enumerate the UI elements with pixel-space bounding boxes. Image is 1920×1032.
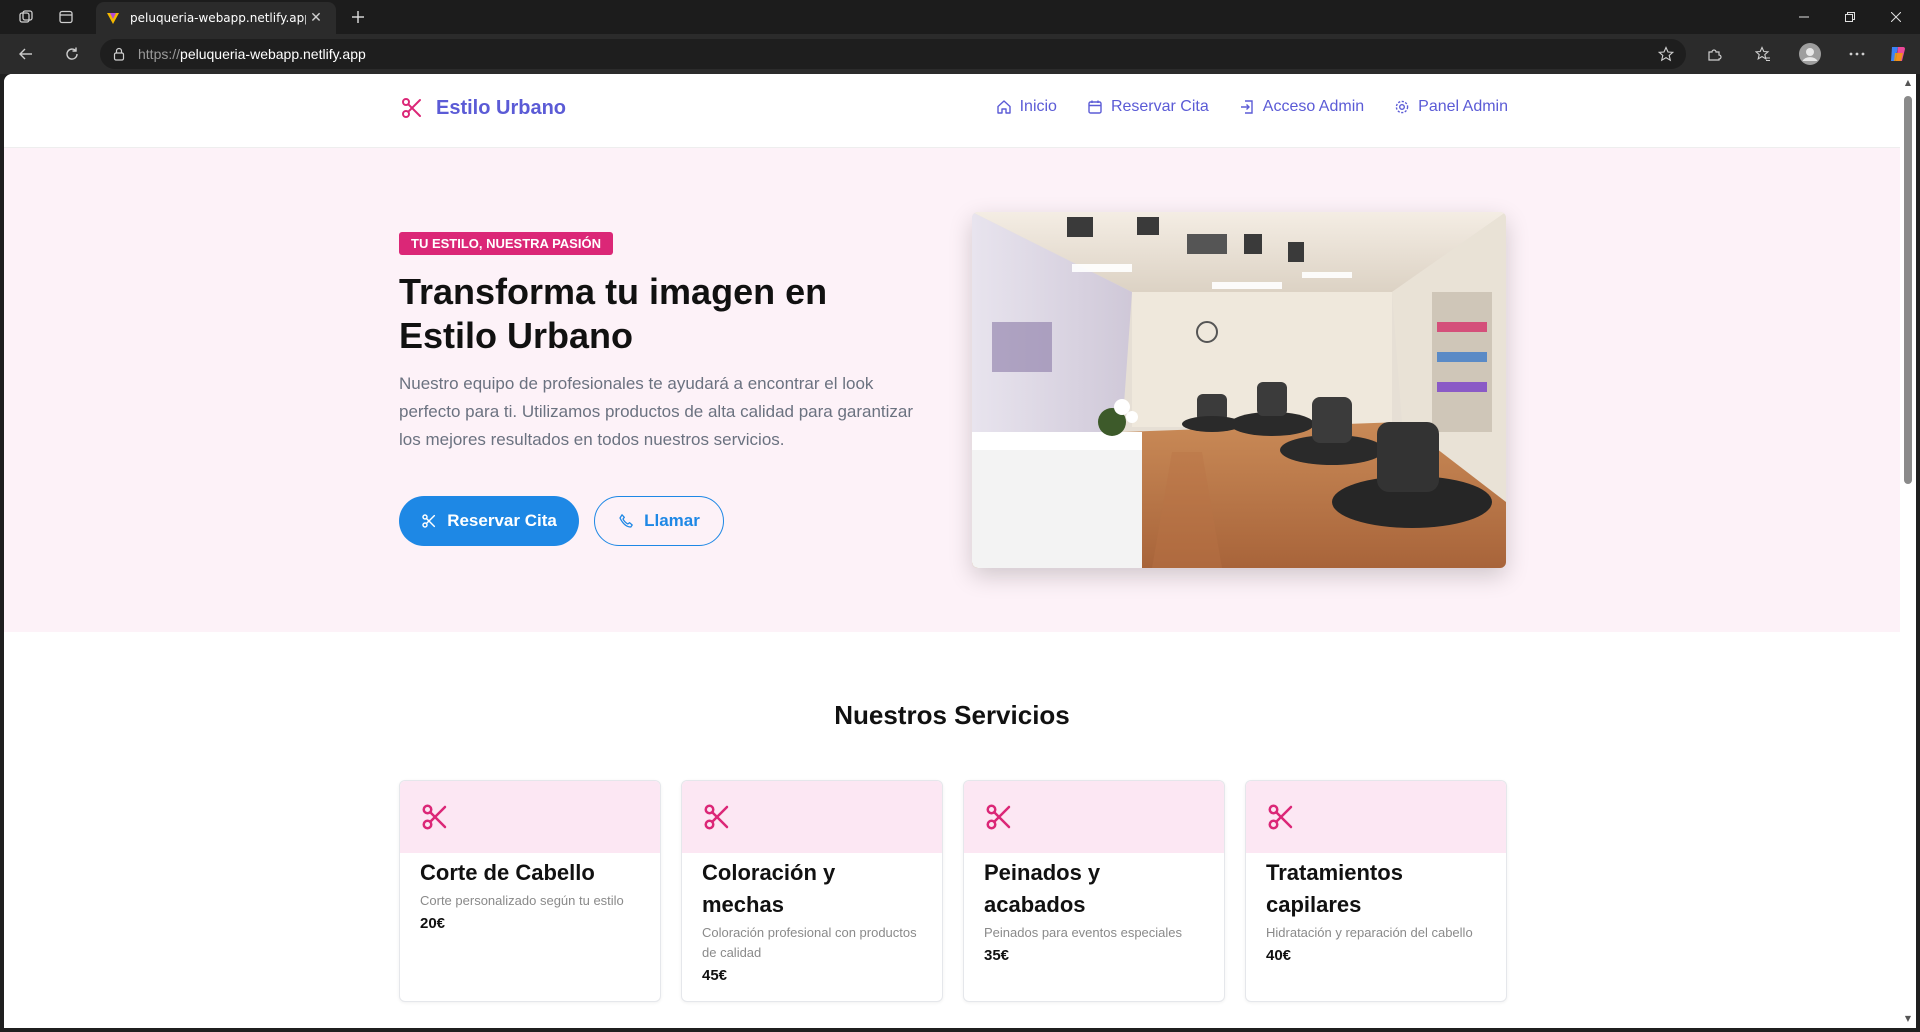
page-scrollbar[interactable]: ▲ ▼: [1900, 74, 1916, 1028]
page-viewport: Estilo Urbano Inicio Reservar Cita Acces…: [4, 74, 1900, 1028]
restore-icon[interactable]: [1827, 2, 1873, 32]
extensions-icon[interactable]: [1700, 40, 1728, 68]
scissors-icon: [704, 804, 729, 830]
reservar-cita-button[interactable]: Reservar Cita: [399, 496, 579, 546]
nav-link-inicio[interactable]: Inicio: [996, 98, 1057, 116]
settings-icon: [1395, 100, 1409, 114]
llamar-button[interactable]: Llamar: [594, 496, 724, 546]
service-card-tratamientos[interactable]: Tratamientos capilares Hidratación y rep…: [1245, 780, 1507, 1002]
nav-link-acceso-admin[interactable]: Acceso Admin: [1239, 98, 1364, 116]
nav-link-panel-admin[interactable]: Panel Admin: [1394, 98, 1508, 116]
service-name: Corte de Cabello: [420, 860, 595, 885]
favorites-icon[interactable]: [1749, 40, 1777, 68]
url-scheme: https://: [138, 46, 181, 62]
service-card-corte[interactable]: Corte de Cabello Corte personalizado seg…: [399, 780, 661, 1002]
service-card-body: Coloración y mechas Coloración profesion…: [682, 853, 942, 984]
service-name: Coloración y mechas: [702, 860, 836, 917]
service-description: Hidratación y reparación del cabello: [1266, 925, 1473, 940]
url-text[interactable]: https://peluqueria-webapp.netlify.app: [138, 46, 366, 62]
scissors-icon: [1268, 804, 1293, 830]
more-options-icon[interactable]: [1843, 40, 1871, 68]
service-price: 45€: [702, 967, 728, 984]
nav-link-label: Acceso Admin: [1262, 98, 1365, 115]
nav-link-label: Panel Admin: [1418, 98, 1508, 115]
browser-toolbar: https://peluqueria-webapp.netlify.app: [0, 34, 1920, 74]
scissors-icon: [986, 804, 1011, 830]
tab-title: peluqueria-webapp.netlify.app: [130, 11, 306, 25]
scroll-up-icon[interactable]: ▲: [1903, 78, 1913, 88]
service-description: Corte personalizado según tu estilo: [420, 893, 624, 908]
tab-close-icon[interactable]: ✕: [306, 8, 326, 28]
copilot-icon[interactable]: [1884, 40, 1912, 68]
scissors-icon: [402, 98, 421, 118]
url-host: peluqueria-webapp.netlify.app: [180, 46, 366, 62]
service-description: Coloración profesional con productos de …: [702, 925, 917, 960]
nav-link-reservar-cita[interactable]: Reservar Cita: [1087, 98, 1209, 116]
hero-section: [4, 148, 1900, 632]
service-name: Peinados y acabados: [984, 860, 1101, 917]
login-icon: [1240, 100, 1253, 114]
nav-links: Inicio Reservar Cita Acceso Admin Panel …: [996, 98, 1508, 116]
salon-interior-image: [972, 212, 1506, 568]
services-title: Nuestros Servicios: [834, 700, 1070, 730]
brand-logo[interactable]: Estilo Urbano: [400, 96, 566, 120]
brand-name: Estilo Urbano: [436, 96, 567, 119]
service-name: Tratamientos capilares: [1266, 860, 1403, 917]
new-tab-icon[interactable]: [344, 3, 372, 31]
browser-tab-active[interactable]: peluqueria-webapp.netlify.app ✕: [96, 2, 336, 34]
reload-icon[interactable]: [58, 40, 86, 68]
service-card-header: [1246, 781, 1506, 853]
reservar-cita-label: Reservar Cita: [447, 511, 557, 530]
llamar-label: Llamar: [644, 511, 700, 530]
browser-tabstrip: peluqueria-webapp.netlify.app ✕: [0, 0, 1920, 34]
netlify-favicon-icon: [107, 13, 119, 24]
calendar-icon: [1088, 100, 1102, 114]
site-navbar: Estilo Urbano Inicio Reservar Cita Acces…: [4, 74, 1900, 148]
scissors-icon: [422, 804, 447, 830]
address-bar[interactable]: https://peluqueria-webapp.netlify.app: [100, 39, 1686, 69]
workspaces-icon[interactable]: [12, 3, 40, 31]
service-price: 20€: [420, 915, 446, 932]
home-icon: [996, 100, 1011, 114]
scroll-down-icon[interactable]: ▼: [1903, 1014, 1913, 1024]
service-card-peinados[interactable]: Peinados y acabados Peinados para evento…: [963, 780, 1225, 1002]
service-price: 35€: [984, 947, 1010, 964]
close-window-icon[interactable]: [1873, 2, 1919, 32]
profile-avatar-icon[interactable]: [1796, 40, 1824, 68]
back-icon[interactable]: [12, 40, 40, 68]
service-card-header: [682, 781, 942, 853]
lock-icon[interactable]: [112, 47, 126, 61]
service-price: 40€: [1266, 947, 1292, 964]
phone-icon: [619, 514, 633, 528]
favorite-star-icon[interactable]: [1658, 46, 1674, 62]
service-card-coloracion[interactable]: Coloración y mechas Coloración profesion…: [681, 780, 943, 1002]
service-card-header: [400, 781, 660, 853]
service-description: Peinados para eventos especiales: [984, 925, 1183, 940]
hero-title: Transforma tu imagen en Estilo Urbano: [399, 271, 828, 356]
hero-description: Nuestro equipo de profesionales te ayuda…: [399, 374, 914, 449]
scroll-thumb[interactable]: [1904, 96, 1912, 484]
tab-actions-icon[interactable]: [52, 3, 80, 31]
hero-badge: TU ESTILO, NUESTRA PASIÓN: [399, 232, 613, 255]
service-card-body: Corte de Cabello Corte personalizado seg…: [400, 853, 660, 932]
nav-link-label: Reservar Cita: [1110, 98, 1209, 115]
service-card-body: Peinados y acabados Peinados para evento…: [964, 853, 1224, 964]
minimize-icon[interactable]: [1781, 2, 1827, 32]
service-card-body: Tratamientos capilares Hidratación y rep…: [1246, 853, 1506, 964]
nav-link-label: Inicio: [1019, 98, 1057, 115]
service-card-header: [964, 781, 1224, 853]
scissors-icon: [422, 514, 436, 528]
